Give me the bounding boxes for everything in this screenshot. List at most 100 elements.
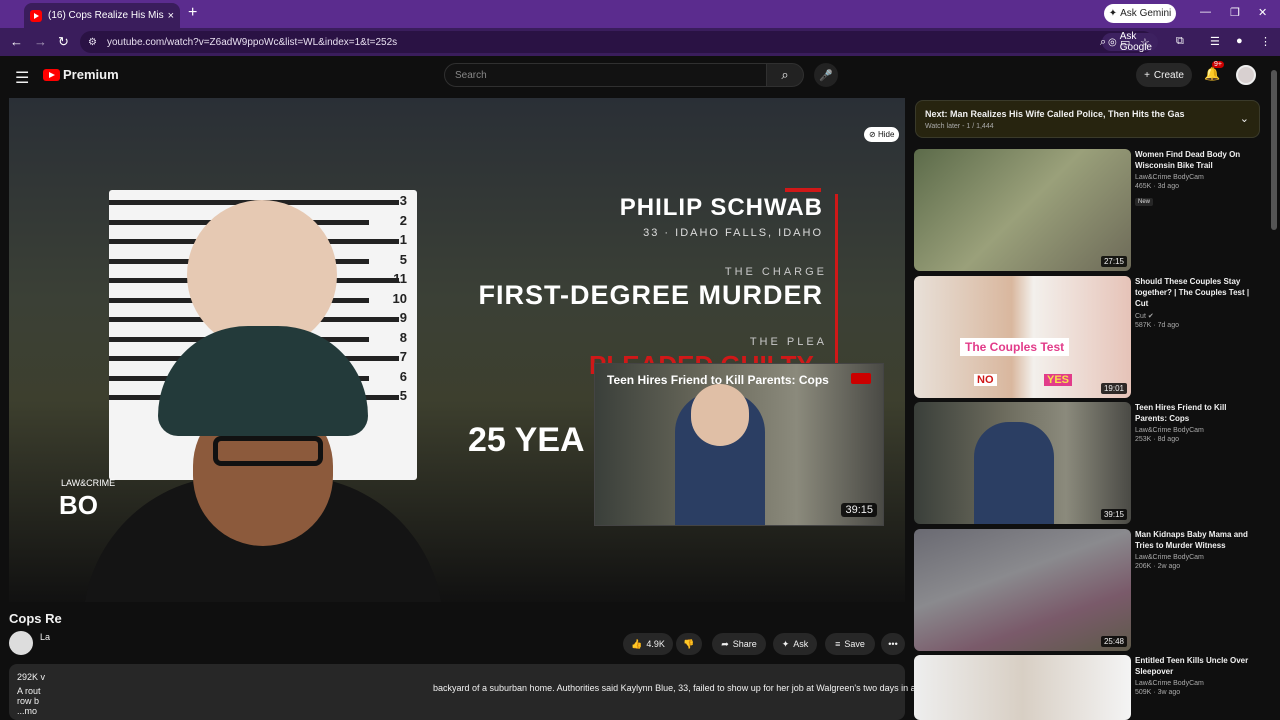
rec-channel[interactable]: Law&Crime BodyCam	[1135, 174, 1260, 181]
recommended-video[interactable]: 27:15 Women Find Dead Body On Wisconsin …	[914, 149, 1264, 271]
thumbnail-duration: 25:48	[1100, 636, 1127, 647]
chevron-down-icon[interactable]: ⌄	[1240, 112, 1249, 125]
share-button[interactable]: ➦ Share	[712, 633, 766, 655]
desc-line2: row b	[17, 696, 40, 706]
browser-toolbar: ← → ↻ ⚙ youtube.com/watch?v=Z6adW9ppoWc&…	[0, 28, 1280, 56]
page-scrollbar[interactable]	[1271, 70, 1277, 230]
hide-overlay-button[interactable]: ⊘ Hide	[864, 127, 900, 142]
rec-views: 587K · 7d ago	[1135, 322, 1179, 329]
dislike-button[interactable]: 👎	[676, 633, 702, 655]
ask-gemini-label: Ask Gemini	[1120, 8, 1172, 19]
save-button[interactable]: ≡ Save	[825, 633, 875, 655]
charge-value: FIRST-DEGREE MURDER	[478, 280, 823, 310]
desc-more-link[interactable]: ...mo	[17, 706, 897, 716]
notification-count-badge: 9+	[1212, 61, 1224, 68]
account-avatar[interactable]	[1236, 65, 1256, 85]
profile-icon[interactable]: ●	[1236, 35, 1243, 47]
bookmark-star-icon[interactable]: ☆	[1140, 36, 1150, 49]
rec-title[interactable]: Man Kidnaps Baby Mama and Tries to Murde…	[1135, 529, 1260, 551]
create-button[interactable]: + Create	[1136, 63, 1192, 87]
voice-search-button[interactable]: 🎤	[814, 63, 838, 87]
rec-channel[interactable]: Law&Crime BodyCam	[1135, 554, 1260, 561]
youtube-logo-icon	[43, 68, 60, 81]
video-thumbnail[interactable]: 25:48	[914, 529, 1131, 651]
video-thumbnail[interactable]: 39:15	[914, 402, 1131, 524]
extensions-icon[interactable]: ⧉	[1176, 35, 1184, 48]
search-input[interactable]: Search	[444, 63, 767, 87]
rec-channel[interactable]: Law&Crime BodyCam	[1135, 427, 1260, 434]
ask-button[interactable]: ✦ Ask	[773, 633, 817, 655]
browser-menu-icon[interactable]: ⋮	[1260, 35, 1271, 48]
youtube-logo[interactable]: Premium	[43, 67, 119, 82]
video-thumbnail[interactable]: The Couples Test NO YES 19:01	[914, 276, 1131, 398]
restore-icon[interactable]: ❐	[1230, 6, 1240, 19]
height-chart-number: 2	[399, 212, 407, 228]
video-thumbnail[interactable]	[914, 655, 1131, 720]
address-bar[interactable]: ⚙ youtube.com/watch?v=Z6adW9ppoWc&list=W…	[80, 31, 1158, 53]
tab-close-icon[interactable]: ×	[168, 10, 174, 22]
preview-title: Teen Hires Friend to Kill Parents: Cops	[607, 373, 829, 387]
rec-title[interactable]: Entitled Teen Kills Uncle Over Sleepover	[1135, 655, 1260, 677]
height-chart-number: 3	[399, 193, 407, 208]
description-text: backyard of a suburban home. Authorities…	[433, 683, 916, 693]
height-chart-number: 9	[399, 310, 407, 325]
share-icon: ➦	[721, 638, 729, 649]
youtube-header: ☰ Premium Search ⌕ 🎤 + Create 🔔 9+	[0, 56, 1280, 96]
rec-channel[interactable]: Cut ✔	[1135, 312, 1260, 320]
rec-title[interactable]: Should These Couples Stay together? | Th…	[1135, 276, 1260, 309]
rec-views: 509K · 3w ago	[1135, 689, 1181, 696]
like-button[interactable]: 👍 4.9K	[623, 633, 673, 655]
streamer-webcam	[43, 326, 443, 602]
preview-duration: 39:15	[841, 503, 877, 517]
recommended-video[interactable]: The Couples Test NO YES 19:01 Should The…	[914, 276, 1264, 398]
overlay-accent-bar	[785, 188, 821, 192]
reading-list-icon[interactable]: ☰	[1210, 35, 1220, 48]
zoom-icon[interactable]: ⌕	[1100, 36, 1106, 49]
cast-icon[interactable]: ▭	[1120, 36, 1130, 49]
hover-preview-player[interactable]: Teen Hires Friend to Kill Parents: Cops …	[594, 363, 884, 526]
hamburger-menu-icon[interactable]: ☰	[15, 68, 29, 88]
close-window-icon[interactable]: ✕	[1258, 6, 1267, 19]
ask-gemini-button[interactable]: ✦ Ask Gemini	[1104, 4, 1176, 23]
mic-icon: 🎤	[819, 69, 833, 82]
new-tab-button[interactable]: +	[188, 4, 197, 22]
thumbnail-person	[974, 422, 1054, 524]
video-thumbnail[interactable]: 27:15	[914, 149, 1131, 271]
recommended-video[interactable]: Entitled Teen Kills Uncle Over Sleepover…	[914, 655, 1264, 720]
browser-tab[interactable]: (16) Cops Realize His Missing G ×	[24, 3, 180, 28]
channel-name[interactable]: La	[40, 632, 50, 642]
height-chart-number: 10	[392, 290, 407, 306]
youtube-favicon-icon	[30, 9, 42, 22]
forward-icon[interactable]: →	[34, 34, 47, 49]
browser-tab-bar: (16) Cops Realize His Missing G × + ✦Ask…	[0, 0, 1280, 28]
site-info-icon[interactable]: ⚙	[88, 37, 97, 48]
rec-title[interactable]: Women Find Dead Body On Wisconsin Bike T…	[1135, 149, 1260, 171]
create-label: Create	[1153, 69, 1184, 81]
hide-label: Hide	[877, 130, 895, 139]
recommended-video[interactable]: 39:15 Teen Hires Friend to Kill Parents:…	[914, 402, 1264, 524]
thumbs-up-icon: 👍	[631, 638, 643, 649]
more-actions-button[interactable]: •••	[881, 633, 905, 655]
hide-icon: ⊘	[869, 130, 878, 139]
overlay-divider-bar	[835, 194, 838, 369]
rec-indicator	[851, 373, 871, 384]
video-title: Cops Re	[9, 611, 62, 626]
notifications-bell-icon[interactable]: 🔔	[1204, 66, 1220, 82]
share-label: Share	[732, 639, 757, 649]
search-button[interactable]: ⌕	[766, 63, 804, 87]
video-player[interactable]: 3 2 1 5 11 10 9 8 7 6 5 ⊘ Hide PHILIP SCHWAB 33 · …	[9, 98, 905, 602]
playlist-next-panel[interactable]: Next: Man Realizes His Wife Called Polic…	[915, 100, 1260, 138]
rec-title[interactable]: Teen Hires Friend to Kill Parents: Cops	[1135, 402, 1260, 424]
channel-avatar[interactable]	[9, 631, 33, 655]
url-text: youtube.com/watch?v=Z6adW9ppoWc&list=WL&…	[106, 36, 398, 48]
ask-label: Ask	[793, 639, 809, 649]
channel-label: Cut	[1135, 313, 1146, 320]
rec-channel[interactable]: Law&Crime BodyCam	[1135, 680, 1260, 687]
new-badge: New	[1135, 198, 1154, 206]
back-icon[interactable]: ←	[10, 34, 23, 49]
recommended-video[interactable]: 25:48 Man Kidnaps Baby Mama and Tries to…	[914, 529, 1264, 651]
reload-icon[interactable]: ↻	[58, 34, 69, 50]
sparkle-icon: ✦	[781, 638, 790, 649]
height-chart-number: 1	[399, 232, 407, 247]
minimize-icon[interactable]: —	[1200, 6, 1211, 18]
